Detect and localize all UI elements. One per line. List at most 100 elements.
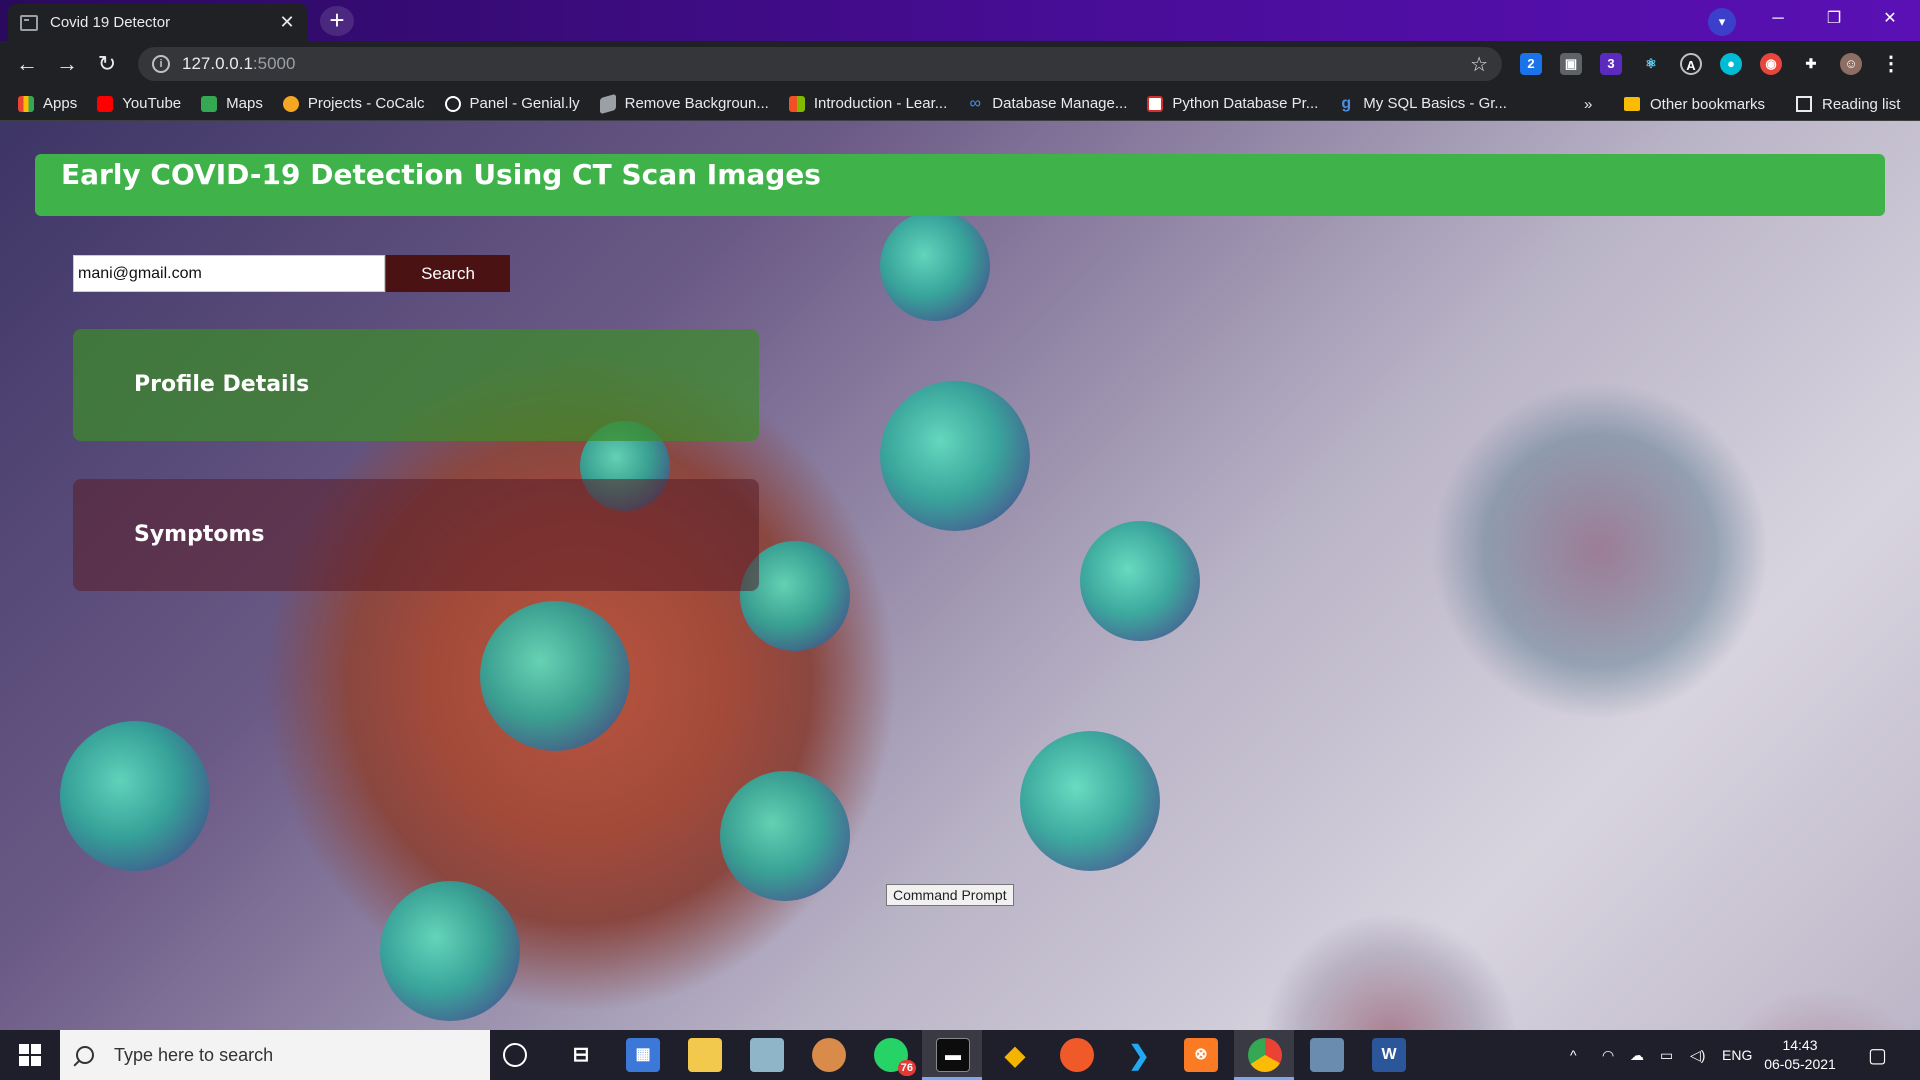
file-explorer-icon[interactable] [688, 1038, 722, 1072]
terminal-favicon-icon [20, 14, 38, 31]
clock-date: 06-05-2021 [1764, 1056, 1836, 1072]
task-view-icon[interactable]: ⊟ [564, 1038, 598, 1072]
bookmark-label: Introduction - Lear... [813, 95, 948, 112]
background-image [720, 771, 850, 901]
notifications-icon[interactable]: ▢ [1868, 1030, 1887, 1080]
extension-cyan-icon[interactable]: ● [1720, 53, 1742, 75]
url-host: 127.0.0.1 [182, 54, 253, 73]
removebg-icon [599, 93, 616, 114]
language-indicator[interactable]: ENG [1722, 1030, 1752, 1080]
xampp-icon[interactable]: ⊗ [1184, 1038, 1218, 1072]
site-info-icon[interactable]: i [152, 55, 170, 73]
bookmarks-bar: Apps YouTube Maps Projects - CoCalc Pane… [0, 87, 1920, 121]
infinity-icon: ∞ [969, 94, 981, 112]
battery-icon[interactable]: ▭ [1660, 1030, 1673, 1080]
other-bookmarks-label: Other bookmarks [1650, 95, 1766, 113]
system-clock[interactable]: 14:43 06-05-2021 [1760, 1036, 1840, 1074]
new-tab-button[interactable]: + [320, 6, 354, 36]
back-arrow-icon[interactable]: ← [12, 49, 42, 79]
reading-list-label: Reading list [1822, 95, 1901, 113]
extension-badge-2-icon[interactable]: 2 [1520, 53, 1542, 75]
word-icon[interactable]: W [1372, 1038, 1406, 1072]
taskbar-search-box[interactable]: Type here to search [60, 1030, 490, 1080]
browser-toolbar: ← → ↻ i 127.0.0.1 :5000 ☆ 2 ▣ 3 ⚛ A ● ◉ … [0, 41, 1920, 87]
bookmark-label: Maps [226, 95, 263, 112]
bookmark-star-icon[interactable]: ☆ [1470, 52, 1488, 77]
gfg-icon: g [1341, 94, 1352, 112]
microsoft-icon [788, 95, 805, 112]
folder-icon [1624, 97, 1640, 111]
extensions-puzzle-icon[interactable]: ✚ [1800, 53, 1822, 75]
bookmark-youtube[interactable]: YouTube [97, 95, 181, 112]
tab-covid-detector[interactable]: Covid 19 Detector ✕ [8, 4, 308, 41]
windows-start-icon[interactable] [0, 1030, 60, 1080]
other-bookmarks[interactable]: Other bookmarks [1624, 87, 1765, 121]
cortana-icon[interactable] [503, 1043, 527, 1067]
profile-avatar[interactable]: ☺ [1840, 53, 1862, 75]
chrome-icon[interactable] [1248, 1038, 1282, 1072]
postman-icon[interactable] [1060, 1038, 1094, 1072]
background-image [480, 601, 630, 751]
genially-icon [444, 95, 461, 112]
youtube-icon [97, 95, 114, 112]
bookmark-label: Database Manage... [992, 95, 1128, 112]
background-image [60, 721, 210, 871]
restore-button[interactable]: ❐ [1806, 0, 1862, 41]
extension-window-icon[interactable]: ▣ [1560, 53, 1582, 75]
bookmark-apps[interactable]: Apps [18, 95, 77, 112]
show-hidden-icons-icon[interactable]: ^ [1570, 1030, 1577, 1080]
search-button[interactable]: Search [386, 255, 510, 292]
reload-icon[interactable]: ↻ [92, 49, 122, 79]
address-bar[interactable]: i 127.0.0.1 :5000 ☆ [138, 47, 1502, 81]
bookmark-introduction[interactable]: Introduction - Lear... [788, 95, 948, 112]
apps-grid-icon [18, 95, 34, 112]
menu-kebab-icon[interactable]: ⋮ [1880, 53, 1902, 75]
bookmark-label: Python Database Pr... [1172, 95, 1319, 112]
bookmark-database[interactable]: ∞ Database Manage... [967, 94, 1128, 112]
bookmark-mysql-basics[interactable]: g My SQL Basics - Gr... [1338, 95, 1507, 112]
background-image [380, 881, 520, 1021]
profile-details-panel[interactable]: Profile Details [73, 329, 759, 441]
bookmark-label: Remove Backgroun... [624, 95, 769, 112]
vscode-icon[interactable]: ❯ [1122, 1038, 1156, 1072]
tab-search-icon[interactable]: ▾ [1708, 8, 1736, 36]
minimize-button[interactable]: ─ [1750, 0, 1806, 41]
bookmark-genially[interactable]: Panel - Genial.ly [444, 95, 580, 112]
command-prompt-icon[interactable]: ▬ [936, 1038, 970, 1072]
whatsapp-icon[interactable]: 76 [874, 1038, 916, 1076]
close-tab-icon[interactable]: ✕ [278, 12, 296, 33]
dev-tool-icon[interactable]: ◆ [998, 1038, 1032, 1072]
tab-title: Covid 19 Detector [50, 14, 171, 31]
microsoft-store-icon[interactable]: ▦ [626, 1038, 660, 1072]
whatsapp-badge: 76 [897, 1060, 916, 1076]
bookmark-python-db[interactable]: Python Database Pr... [1147, 95, 1318, 112]
close-window-button[interactable]: ✕ [1862, 0, 1918, 41]
email-search-input[interactable] [73, 255, 385, 292]
forward-arrow-icon[interactable]: → [52, 49, 82, 79]
taskbar-search-placeholder: Type here to search [114, 1044, 274, 1065]
tooltip: Command Prompt [886, 884, 1014, 906]
clock-time: 14:43 [1782, 1037, 1818, 1053]
onedrive-icon[interactable]: ☁ [1630, 1030, 1644, 1080]
background-image [880, 211, 990, 321]
extension-a-icon[interactable]: A [1680, 53, 1702, 75]
search-icon [76, 1046, 94, 1064]
bookmark-removebg[interactable]: Remove Backgroun... [599, 93, 769, 114]
symptoms-panel[interactable]: Symptoms [73, 479, 759, 591]
tab-strip: Covid 19 Detector ✕ + ▾ ─ ❐ ✕ [0, 0, 1920, 41]
bookmark-cocalc[interactable]: Projects - CoCalc [282, 95, 425, 112]
extension-red-icon[interactable]: ◉ [1760, 53, 1782, 75]
maps-icon [201, 95, 218, 112]
volume-icon[interactable]: ◁) [1690, 1030, 1705, 1080]
bookmark-maps[interactable]: Maps [201, 95, 263, 112]
reading-list-icon [1796, 96, 1812, 112]
remote-desktop-icon[interactable] [1310, 1038, 1344, 1072]
react-devtools-icon[interactable]: ⚛ [1640, 53, 1662, 75]
bookmarks-overflow-icon[interactable]: » [1584, 87, 1592, 121]
notepad-icon[interactable] [750, 1038, 784, 1072]
extension-purple-icon[interactable]: 3 [1600, 53, 1622, 75]
reading-list[interactable]: Reading list [1796, 87, 1900, 121]
bookmark-label: YouTube [122, 95, 182, 112]
paint-icon[interactable] [812, 1038, 846, 1072]
wifi-icon[interactable]: ◠ [1602, 1030, 1614, 1080]
